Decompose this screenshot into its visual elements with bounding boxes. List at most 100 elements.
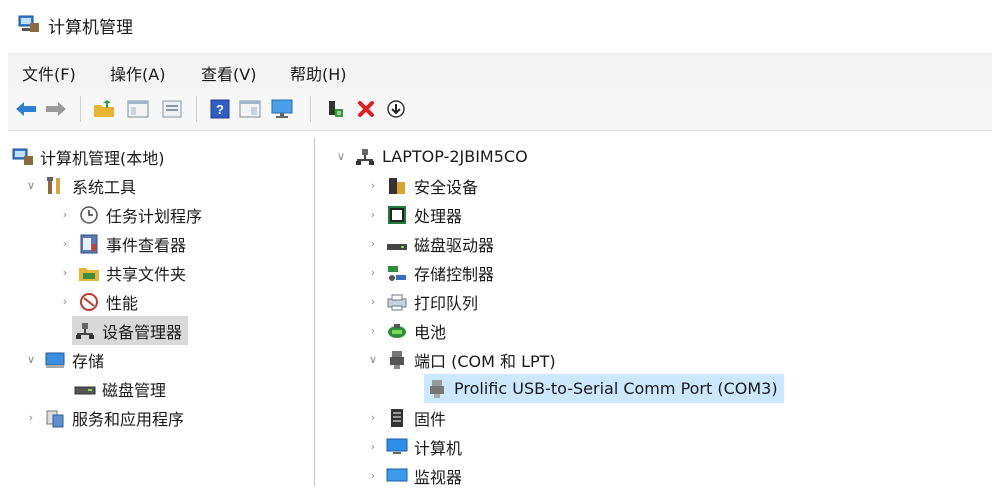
help-icon[interactable]: ? xyxy=(208,98,232,120)
show-tree-icon[interactable] xyxy=(126,98,150,120)
menu-action[interactable]: 操作(A) xyxy=(110,61,165,85)
tree-label: 系统工具 xyxy=(72,177,137,197)
uninstall-icon[interactable] xyxy=(354,98,378,120)
device-label: Prolific USB-to-Serial Comm Port (COM3) xyxy=(454,379,778,398)
device-category-batteries[interactable]: › 电池 xyxy=(366,316,446,345)
tree-item-services-apps[interactable]: › 服务和应用程序 xyxy=(24,403,184,432)
device-category-print-queues[interactable]: › 打印队列 xyxy=(366,287,478,316)
device-manager-icon xyxy=(74,321,96,341)
tree-item-storage[interactable]: ∨ 存储 xyxy=(24,345,104,374)
device-label: 计算机 xyxy=(414,438,463,458)
tree-item-shared-folders[interactable]: › 共享文件夹 xyxy=(58,258,186,287)
device-label: 端口 (COM 和 LPT) xyxy=(414,351,556,371)
chevron-right-icon[interactable]: › xyxy=(58,208,72,221)
console-tree-pane: 计算机管理(本地) ∨ 系统工具 › 任务计划程序 › 事件查看器 › 共享文件… xyxy=(8,138,315,486)
monitor-device-icon xyxy=(386,466,408,486)
chevron-right-icon[interactable]: › xyxy=(58,266,72,279)
device-category-security[interactable]: › 安全设备 xyxy=(366,171,478,200)
properties-icon[interactable] xyxy=(160,98,184,120)
device-label: 安全设备 xyxy=(414,177,479,197)
console-tree-icon[interactable] xyxy=(238,98,262,120)
title-bar: 计算机管理 xyxy=(0,0,992,50)
toolbar-separator xyxy=(196,96,197,122)
chevron-down-icon[interactable]: ∨ xyxy=(334,150,348,163)
menu-help[interactable]: 帮助(H) xyxy=(290,61,347,85)
toolbar-separator xyxy=(80,96,81,122)
chevron-right-icon[interactable]: › xyxy=(58,295,72,308)
device-category-processors[interactable]: › 处理器 xyxy=(366,200,462,229)
event-viewer-icon xyxy=(78,234,100,254)
menu-file[interactable]: 文件(F) xyxy=(22,61,76,85)
storage-controller-icon xyxy=(386,263,408,283)
disk-drive-icon xyxy=(386,234,408,254)
chevron-right-icon[interactable]: › xyxy=(366,179,380,192)
tree-label: 设备管理器 xyxy=(102,322,183,342)
device-tree-pane: ∨ LAPTOP-2JBIM5CO › 安全设备 › 处理器 › 磁盘驱动器 ›… xyxy=(322,138,992,487)
device-computer-root[interactable]: ∨ LAPTOP-2JBIM5CO xyxy=(334,142,528,171)
device-category-ports[interactable]: ∨ 端口 (COM 和 LPT) xyxy=(366,345,556,374)
tree-item-task-scheduler[interactable]: › 任务计划程序 xyxy=(58,200,202,229)
storage-icon xyxy=(44,350,66,370)
chevron-right-icon[interactable]: › xyxy=(366,440,380,453)
scan-hardware-icon[interactable] xyxy=(324,98,348,120)
tree-label: 任务计划程序 xyxy=(106,206,203,226)
printer-icon xyxy=(386,292,408,312)
chevron-right-icon[interactable]: › xyxy=(366,295,380,308)
chevron-down-icon[interactable]: ∨ xyxy=(24,353,38,366)
chevron-right-icon[interactable]: › xyxy=(24,411,38,424)
device-label: 磁盘驱动器 xyxy=(414,235,495,255)
tree-item-computer-management-local[interactable]: 计算机管理(本地) xyxy=(12,142,165,171)
toolbar-separator xyxy=(310,96,311,122)
svg-text:?: ? xyxy=(216,102,224,117)
tree-label: 磁盘管理 xyxy=(102,380,167,400)
tree-label: 计算机管理(本地) xyxy=(40,148,165,168)
firmware-icon xyxy=(386,408,408,428)
chevron-right-icon[interactable]: › xyxy=(366,469,380,482)
device-category-computer[interactable]: › 计算机 xyxy=(366,432,462,461)
processor-icon xyxy=(386,205,408,225)
back-arrow-icon[interactable] xyxy=(14,98,38,120)
forward-arrow-icon[interactable] xyxy=(44,98,68,120)
monitor-icon[interactable] xyxy=(270,98,294,120)
device-label: 固件 xyxy=(414,409,447,429)
port-icon xyxy=(386,350,408,370)
device-category-firmware[interactable]: › 固件 xyxy=(366,403,446,432)
computer-management-icon xyxy=(12,147,34,167)
device-label: 打印队列 xyxy=(414,293,479,313)
chevron-right-icon[interactable]: › xyxy=(366,411,380,424)
window-title: 计算机管理 xyxy=(48,18,133,38)
toolbar: ? xyxy=(8,88,992,131)
chevron-right-icon[interactable]: › xyxy=(366,324,380,337)
tools-icon xyxy=(44,176,66,196)
device-label: 处理器 xyxy=(414,206,463,226)
port-device-icon xyxy=(426,379,448,399)
menu-bar: 文件(F) 操作(A) 查看(V) 帮助(H) xyxy=(8,53,992,88)
tree-item-performance[interactable]: › 性能 xyxy=(58,287,138,316)
chevron-right-icon[interactable]: › xyxy=(366,237,380,250)
menu-view[interactable]: 查看(V) xyxy=(201,61,256,85)
device-category-storage-controllers[interactable]: › 存储控制器 xyxy=(366,258,494,287)
device-category-disk-drives[interactable]: › 磁盘驱动器 xyxy=(366,229,494,258)
security-device-icon xyxy=(386,176,408,196)
device-label: 存储控制器 xyxy=(414,264,495,284)
tree-label: 性能 xyxy=(106,293,139,313)
chevron-down-icon[interactable]: ∨ xyxy=(366,353,380,366)
tree-label: 共享文件夹 xyxy=(106,264,187,284)
chevron-right-icon[interactable]: › xyxy=(58,237,72,250)
chevron-right-icon[interactable]: › xyxy=(366,208,380,221)
disk-icon xyxy=(74,379,96,399)
tree-item-system-tools[interactable]: ∨ 系统工具 xyxy=(24,171,136,200)
device-label: LAPTOP-2JBIM5CO xyxy=(382,147,528,166)
tree-item-event-viewer[interactable]: › 事件查看器 xyxy=(58,229,186,258)
tree-item-disk-management[interactable]: 磁盘管理 xyxy=(72,374,166,403)
computer-icon xyxy=(386,437,408,457)
performance-icon xyxy=(78,292,100,312)
chevron-down-icon[interactable]: ∨ xyxy=(24,179,38,192)
chevron-right-icon[interactable]: › xyxy=(366,266,380,279)
device-prolific-usb-serial[interactable]: Prolific USB-to-Serial Comm Port (COM3) xyxy=(424,374,784,403)
tree-item-device-manager[interactable]: 设备管理器 xyxy=(72,316,189,345)
update-driver-icon[interactable] xyxy=(384,98,408,120)
up-folder-icon[interactable] xyxy=(92,98,116,120)
tree-label: 存储 xyxy=(72,351,105,371)
computer-tree-icon xyxy=(354,147,376,167)
